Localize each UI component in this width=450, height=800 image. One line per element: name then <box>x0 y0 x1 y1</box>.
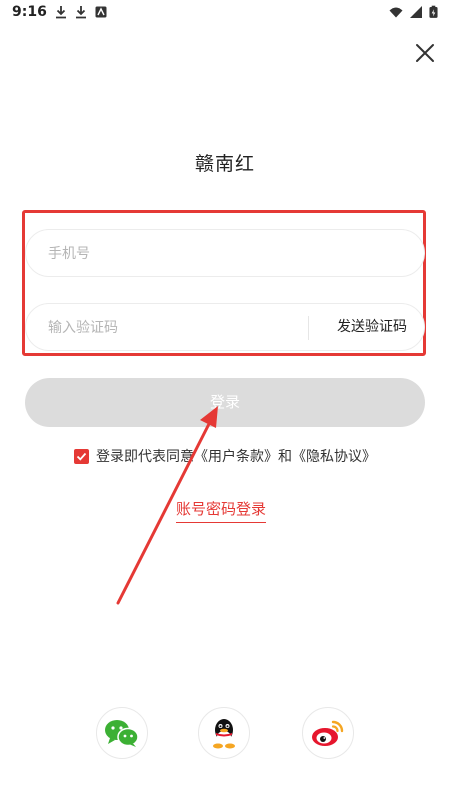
signal-icon <box>410 6 422 18</box>
app-title: 赣南红 <box>194 153 255 175</box>
download-icon <box>76 6 86 19</box>
account-password-login-link[interactable]: 账号密码登录 <box>176 498 267 523</box>
qq-login-button[interactable] <box>198 707 250 759</box>
login-button[interactable]: 登录 <box>25 378 425 427</box>
user-terms-link[interactable]: 《用户条款》 <box>194 446 278 466</box>
status-time: 9:16 <box>12 4 47 20</box>
weibo-icon <box>312 720 344 746</box>
agreement-row: 登录即代表同意 《用户条款》 和 《隐私协议》 <box>74 445 376 467</box>
field-divider <box>308 316 309 340</box>
wechat-icon <box>105 720 139 747</box>
notification-icons <box>54 5 108 19</box>
qq-icon <box>213 719 235 749</box>
verification-code-input[interactable] <box>46 304 300 352</box>
agreement-checkbox[interactable] <box>74 448 89 464</box>
wifi-icon <box>389 7 403 18</box>
verification-code-field[interactable]: 发送验证码 <box>25 303 426 352</box>
privacy-policy-link[interactable]: 《隐私协议》 <box>292 446 376 466</box>
phone-field[interactable] <box>25 229 425 278</box>
weibo-login-button[interactable] <box>302 707 354 759</box>
agreement-and: 和 <box>278 449 292 465</box>
close-icon[interactable] <box>412 40 438 66</box>
status-bar: 9:16 <box>0 0 450 26</box>
send-code-button[interactable]: 发送验证码 <box>318 304 426 350</box>
checkmark-icon <box>76 452 87 461</box>
agreement-prefix: 登录即代表同意 <box>96 449 194 465</box>
app-notification-icon <box>95 6 107 18</box>
system-icons <box>389 5 438 19</box>
battery-icon <box>429 5 438 18</box>
download-icon <box>56 6 66 19</box>
phone-input[interactable] <box>46 230 410 278</box>
wechat-login-button[interactable] <box>96 707 148 759</box>
